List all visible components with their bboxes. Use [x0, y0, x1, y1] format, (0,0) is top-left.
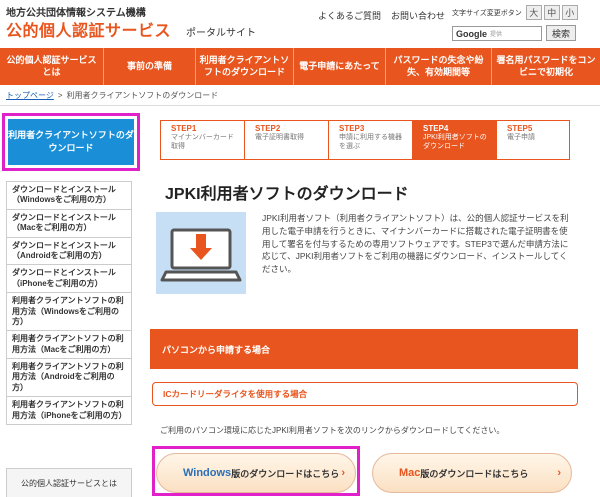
nav-item-password[interactable]: パスワードの失念や紛失、有効期間等: [386, 48, 492, 85]
step-number: STEP3: [339, 124, 365, 133]
google-logo: Google: [456, 28, 487, 39]
step-label: 電子証明書取得: [255, 134, 304, 141]
search-hint: 提供: [490, 32, 503, 38]
mac-download-text: 版のダウンロードはこちら: [420, 468, 529, 479]
step-1: STEP1 マイナンバーカード取得: [160, 120, 244, 160]
breadcrumb-home[interactable]: トップページ: [6, 90, 54, 101]
sidebar-item-usage-iphone[interactable]: 利用者クライアントソフトの利用方法（iPhoneをご利用の方）: [6, 397, 132, 426]
step-number: STEP4: [423, 124, 449, 133]
step-4-current: STEP4 JPKI利用者ソフトのダウンロード: [412, 120, 496, 160]
font-medium-button[interactable]: 中: [543, 5, 560, 20]
nav-item-preparation[interactable]: 事前の準備: [104, 48, 196, 85]
windows-download-text: 版のダウンロードはこちら: [231, 468, 340, 479]
divider: [0, 105, 600, 106]
site-logo[interactable]: 公的個人認証サービス: [6, 17, 171, 41]
faq-link[interactable]: よくあるご質問: [318, 9, 381, 22]
chevron-right-icon: ›: [557, 467, 561, 479]
step-2: STEP2 電子証明書取得: [244, 120, 328, 160]
breadcrumb-current: 利用者クライアントソフトのダウンロード: [66, 91, 219, 100]
download-guide-text: ご利用のパソコン環境に応じたJPKI利用者ソフトを次のリンクからダウンロードして…: [160, 426, 505, 435]
sidebar-item-download[interactable]: 利用者クライアントソフトのダウンロード: [8, 119, 134, 165]
subsection-card-reader: ICカードリーダライタを使用する場合: [152, 382, 578, 406]
portal-label: ポータルサイト: [186, 28, 256, 39]
chevron-right-icon: ›: [341, 467, 345, 479]
font-size-switcher: 文字サイズ変更ボタン 大 中 小: [452, 5, 578, 20]
nav-item-e-application[interactable]: 電子申請にあたって: [294, 48, 386, 85]
site-header: 地方公共団体情報システム機構 公的個人認証サービス ポータルサイト よくあるご質…: [0, 0, 600, 46]
mac-label: Mac: [399, 467, 421, 479]
nav-item-convenience-store[interactable]: 署名用パスワードをコンビニで初期化: [492, 48, 600, 85]
step-5: STEP5 電子申請: [496, 120, 570, 160]
font-large-button[interactable]: 大: [525, 5, 542, 20]
windows-download-button[interactable]: Windows 版のダウンロードはこちら ›: [156, 453, 356, 493]
nav-item-download[interactable]: 利用者クライアントソフトのダウンロード: [196, 48, 294, 85]
search-input[interactable]: Google 提供: [452, 26, 542, 41]
step-label: 申請に利用する機器を選ぶ: [339, 134, 402, 150]
sidebar-active-highlight: 利用者クライアントソフトのダウンロード: [2, 113, 140, 171]
search-button[interactable]: 検索: [546, 25, 576, 41]
sidebar-item-usage-windows[interactable]: 利用者クライアントソフトの利用方法（Windowsをご利用の方）: [6, 293, 132, 332]
sidebar-item-usage-android[interactable]: 利用者クライアントソフトの利用方法（Androidをご利用の方）: [6, 359, 132, 398]
step-number: STEP5: [507, 124, 533, 133]
intro-text: JPKI利用者ソフト（利用者クライアントソフト）は、公的個人認証サービスを利用し…: [262, 213, 569, 274]
sidebar-item-usage-mac[interactable]: 利用者クライアントソフトの利用方法（Macをご利用の方）: [6, 331, 132, 360]
step-number: STEP2: [255, 124, 281, 133]
sidebar-item-install-windows[interactable]: ダウンロードとインストール（Windowsをご利用の方）: [6, 182, 132, 210]
sidebar-list: ダウンロードとインストール（Windowsをご利用の方） ダウンロードとインスト…: [6, 181, 132, 426]
top-links: よくあるご質問 お問い合わせ: [318, 9, 445, 22]
windows-label: Windows: [183, 467, 232, 479]
step-label: JPKI利用者ソフトのダウンロード: [423, 134, 487, 150]
step-label: 電子申請: [507, 134, 535, 141]
breadcrumb-separator: >: [57, 91, 63, 100]
laptop-download-icon: [160, 228, 242, 282]
global-nav: 公的個人認証サービスとは 事前の準備 利用者クライアントソフトのダウンロード 電…: [0, 48, 600, 85]
step-progress: STEP1 マイナンバーカード取得 STEP2 電子証明書取得 STEP3 申請…: [160, 120, 570, 160]
sidebar-item-install-android[interactable]: ダウンロードとインストール（Androidをご利用の方）: [6, 237, 132, 266]
page-title: JPKI利用者ソフトのダウンロード: [165, 186, 409, 203]
step-number: STEP1: [171, 124, 197, 133]
font-small-button[interactable]: 小: [561, 5, 578, 20]
contact-link[interactable]: お問い合わせ: [391, 9, 445, 22]
download-illustration: [156, 212, 246, 294]
sidebar-item-install-iphone[interactable]: ダウンロードとインストール（iPhoneをご利用の方）: [6, 265, 132, 294]
nav-item-about[interactable]: 公的個人認証サービスとは: [0, 48, 104, 85]
section-header-pc: パソコンから申請する場合: [150, 329, 578, 369]
sidebar-item-about[interactable]: 公的個人認証サービスとは: [6, 468, 132, 497]
breadcrumb: トップページ > 利用者クライアントソフトのダウンロード: [6, 90, 218, 101]
sidebar-item-install-mac[interactable]: ダウンロードとインストール（Macをご利用の方）: [6, 209, 132, 238]
font-size-label: 文字サイズ変更ボタン: [452, 9, 522, 17]
mac-download-button[interactable]: Mac 版のダウンロードはこちら ›: [372, 453, 572, 493]
step-label: マイナンバーカード取得: [171, 134, 234, 150]
step-3: STEP3 申請に利用する機器を選ぶ: [328, 120, 412, 160]
